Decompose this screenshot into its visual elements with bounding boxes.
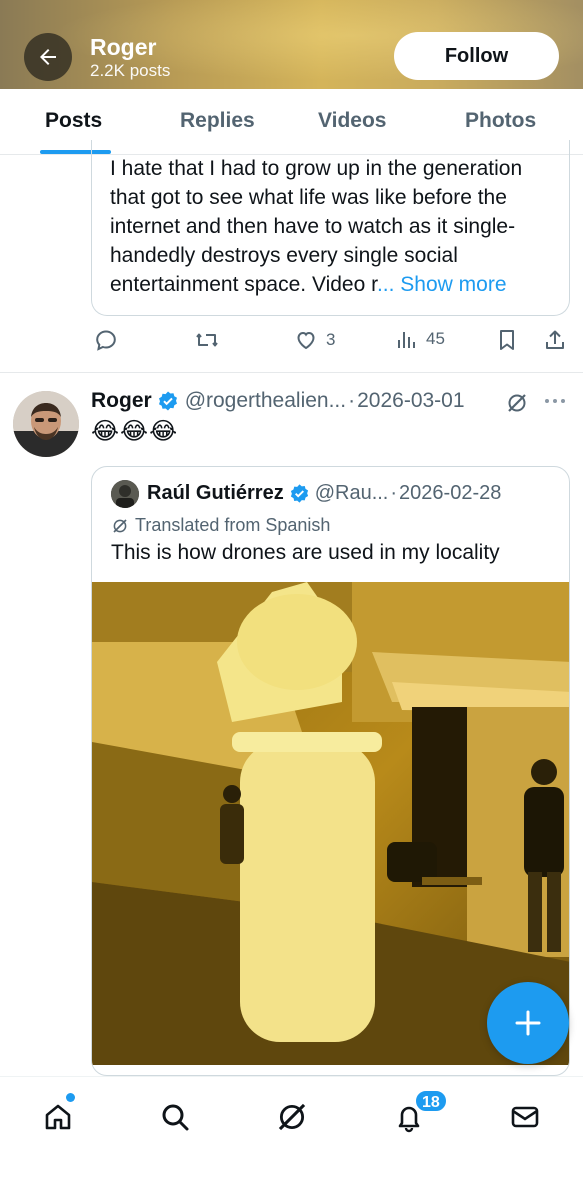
post-header: Roger @rogerthealien... · 2026-03-01 — [91, 388, 571, 414]
heart-icon — [297, 331, 315, 350]
more-options-icon[interactable] — [543, 396, 567, 406]
grok-icon — [113, 518, 127, 533]
views-icon — [398, 332, 415, 348]
post-actions: 3 45 — [90, 324, 573, 358]
messages-icon — [511, 1106, 539, 1128]
header-title: Roger 2.2K posts — [90, 34, 170, 81]
post-date[interactable]: 2026-03-01 — [357, 389, 464, 413]
repost-button[interactable] — [194, 328, 228, 352]
post-divider — [0, 372, 583, 373]
nav-grok[interactable] — [272, 1097, 312, 1137]
post-text: 😂😂😂 — [91, 418, 179, 445]
meta-separator: · — [390, 481, 398, 504]
plus-icon — [515, 1010, 541, 1036]
profile-header: Roger 2.2K posts Follow — [0, 0, 583, 89]
home-unread-dot — [66, 1093, 75, 1102]
profile-name: Roger — [90, 34, 157, 60]
tab-replies[interactable]: Replies — [180, 109, 255, 133]
like-button[interactable]: 3 — [294, 328, 335, 352]
quoted-avatar — [111, 480, 139, 508]
quoted-author-name: Raúl Gutiérrez — [147, 481, 284, 504]
back-button[interactable] — [24, 33, 72, 81]
tab-posts[interactable]: Posts — [45, 109, 102, 133]
video-media[interactable] — [92, 582, 569, 1065]
tab-videos[interactable]: Videos — [318, 109, 386, 133]
translation-notice: Translated from Spanish — [111, 515, 330, 536]
quoted-post-date: 2026-02-28 — [399, 481, 502, 504]
bookmark-icon — [500, 330, 514, 350]
show-more-link[interactable]: ... Show more — [377, 273, 507, 296]
tab-photos[interactable]: Photos — [465, 109, 536, 133]
meta-separator: · — [348, 389, 356, 412]
video-thumbnail — [92, 582, 569, 1065]
follow-button[interactable]: Follow — [394, 32, 559, 80]
like-count: 3 — [326, 330, 336, 349]
author-name[interactable]: Roger — [91, 389, 152, 413]
views-button[interactable]: 45 — [396, 328, 445, 350]
share-button[interactable] — [543, 328, 567, 352]
share-icon — [546, 330, 564, 349]
quoted-post-card[interactable]: Raúl Gutiérrez @Rau... · 2026-02-28 Tran… — [91, 466, 570, 1076]
grok-icon[interactable] — [505, 391, 529, 415]
home-icon — [45, 1104, 71, 1130]
bookmark-button[interactable] — [496, 328, 518, 352]
search-icon — [162, 1104, 189, 1131]
nav-messages[interactable] — [505, 1097, 545, 1137]
nav-search[interactable] — [155, 1097, 195, 1137]
posts-count: 2.2K posts — [90, 61, 171, 80]
arrow-left-icon — [40, 49, 56, 65]
reply-icon — [96, 330, 116, 351]
verified-badge-icon — [158, 391, 177, 411]
quoted-post-text: I hate that I had to grow up in the gene… — [110, 154, 560, 299]
avatar-image — [13, 391, 79, 457]
reply-button[interactable] — [94, 328, 126, 352]
verified-badge-icon — [290, 483, 308, 503]
grok-icon — [278, 1103, 306, 1131]
bottom-nav: 18 — [0, 1076, 583, 1200]
repost-icon — [196, 333, 218, 347]
translated-label: Translated from Spanish — [135, 515, 331, 535]
notifications-badge: 18 — [414, 1089, 448, 1113]
quoted-author-handle: @Rau... — [314, 481, 389, 504]
quoted-post-header: Raúl Gutiérrez @Rau... · 2026-02-28 — [147, 480, 501, 506]
avatar[interactable] — [13, 391, 79, 457]
quoted-post-text: This is how drones are used in my locali… — [111, 541, 500, 564]
views-count: 45 — [426, 329, 445, 348]
author-handle[interactable]: @rogerthealien... — [185, 389, 346, 413]
compose-post-button[interactable] — [487, 982, 569, 1064]
nav-home[interactable] — [38, 1097, 78, 1137]
